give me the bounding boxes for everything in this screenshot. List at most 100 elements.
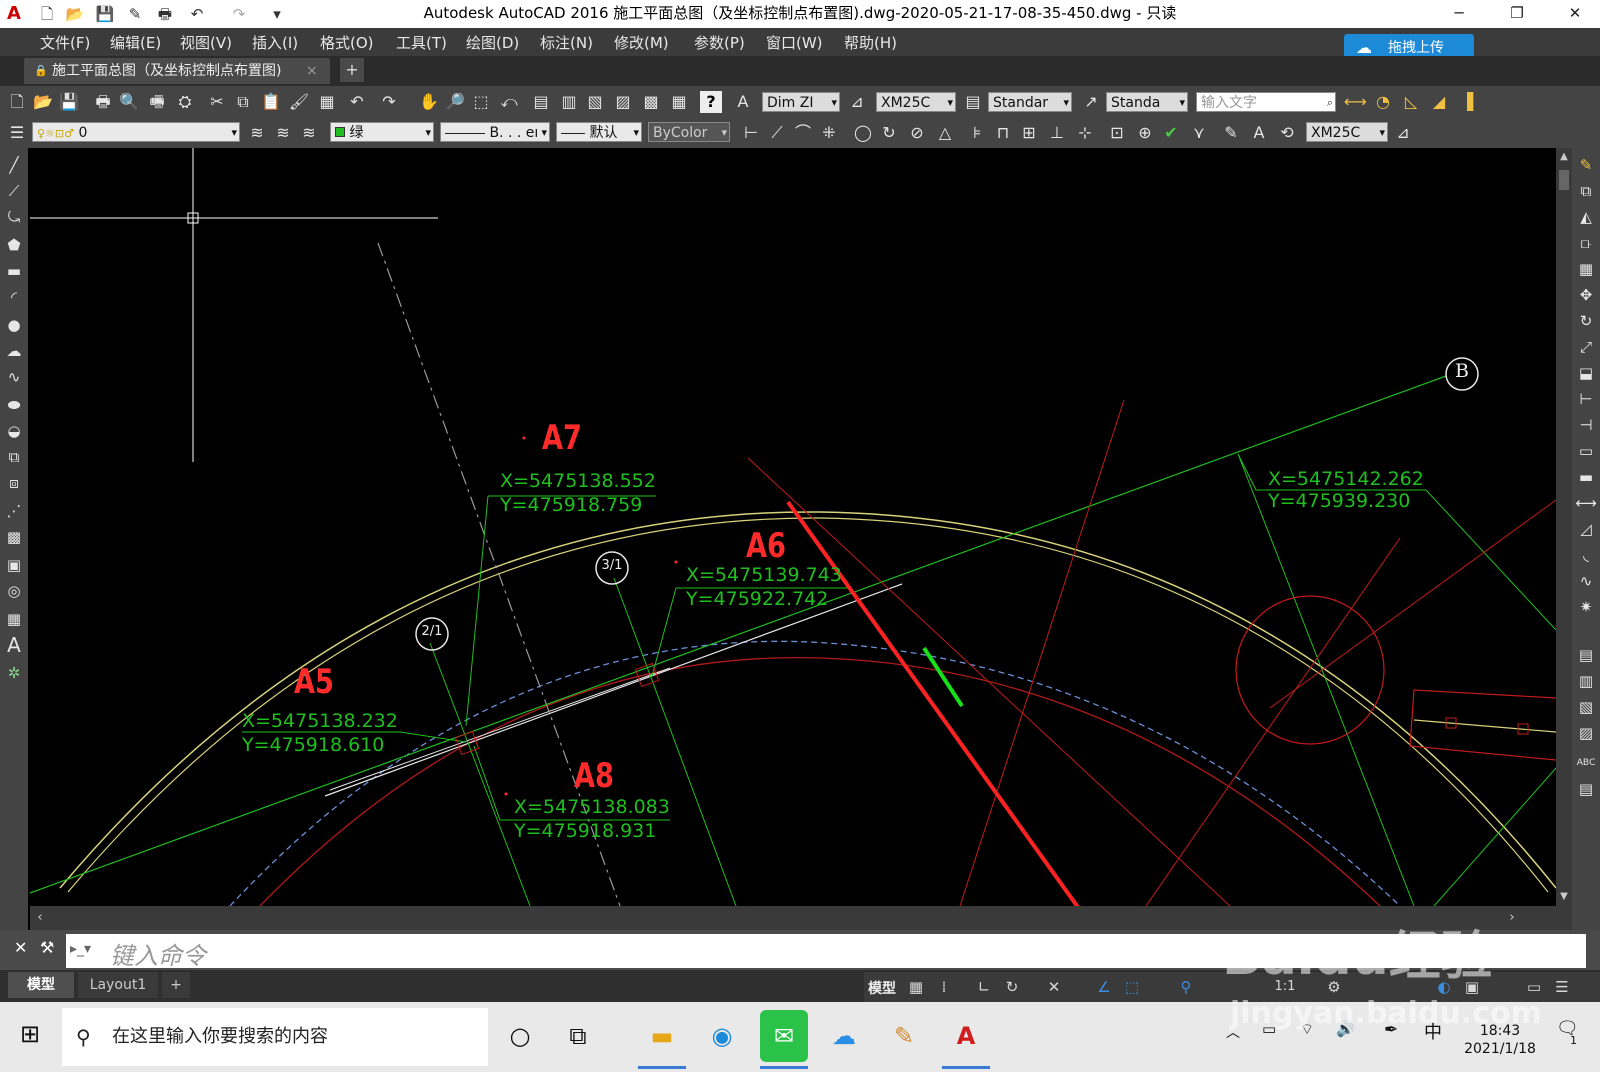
add-selected-icon[interactable]: ✲ [3,662,25,684]
dim-text-edit-icon[interactable]: A [1248,122,1270,144]
hatch-back-icon[interactable]: ABC [1575,752,1597,774]
make-current-icon[interactable]: ≋ [246,122,268,144]
minimize-button[interactable]: ─ [1436,0,1482,28]
taskbar-search[interactable]: ⚲ 在这里输入你要搜索的内容 [62,1008,488,1066]
dim-continue2-icon[interactable]: ⊞ [1018,122,1040,144]
hatch-icon[interactable]: ▩ [3,526,25,548]
dim-aligned-icon[interactable]: ⟋ [766,122,788,144]
center-mark-icon[interactable]: ⊕ [1134,122,1156,144]
dim-style-select[interactable]: Dim ZI ▾ [762,92,840,112]
help-icon[interactable]: ? [700,91,722,113]
dim-space-icon[interactable]: ⊥ [1046,122,1068,144]
dim-scale-select[interactable]: XM25C ▾ [876,92,956,112]
menu-modify[interactable]: 修改(M) [614,32,669,53]
markup-icon[interactable]: ▩ [640,91,662,113]
annot-front-icon[interactable]: ▤ [1575,778,1597,800]
zoom-window-icon[interactable]: ⬚ [470,91,492,113]
construction-line-icon[interactable]: ⟋ [3,180,25,202]
ortho-icon[interactable]: ∟ [974,975,994,999]
new-icon[interactable]: 🗋 [6,91,28,113]
save-icon[interactable]: 💾 [58,91,80,113]
dim-angular2-icon[interactable]: △ [934,122,956,144]
blend-icon[interactable]: ∿ [1575,570,1597,592]
polygon-icon[interactable]: ⬟ [3,234,25,256]
layer-properties-icon[interactable]: ☰ [6,122,28,144]
command-close-icon[interactable]: ✕ [14,938,27,957]
inspect-icon[interactable]: ✔ [1160,122,1182,144]
menu-dimension[interactable]: 标注(N) [540,32,593,53]
sheet-set-icon[interactable]: ▨ [612,91,634,113]
redo-icon[interactable]: ↷ [378,91,400,113]
dim-scale2-select[interactable]: XM25C ▾ [1306,122,1388,142]
dim-linear2-icon[interactable]: ⊢ [740,122,762,144]
lineweight-select[interactable]: 默认 ▾ [556,122,642,142]
add-layout-button[interactable]: + [162,972,190,998]
scroll-right-icon[interactable]: › [1504,908,1520,928]
region-icon[interactable]: ◎ [3,580,25,602]
tolerance-icon[interactable]: ⊡ [1106,122,1128,144]
publish-icon[interactable]: 🖷 [146,91,168,113]
text-input-field[interactable]: 输入文字 ⌕ [1196,92,1336,112]
erase-icon[interactable]: ✎ [1575,154,1597,176]
arc-icon[interactable]: ◜ [3,286,25,308]
table-style-icon[interactable]: ▤ [962,91,984,113]
send-back-icon[interactable]: ▧ [1575,696,1597,718]
ellipse-arc-icon[interactable]: ◒ [3,420,25,442]
trim-icon[interactable]: ⊢ [1575,388,1597,410]
layer-select[interactable]: ♀☼⊡♂ 0 ▾ [32,122,240,142]
zoom-previous-icon[interactable]: ⤺ [498,91,520,113]
properties-icon[interactable]: ▤ [530,91,552,113]
copy-object-icon[interactable]: ⧉ [1575,180,1597,202]
close-button[interactable]: ✕ [1552,0,1598,28]
menu-file[interactable]: 文件(F) [40,32,90,53]
dim-style2-icon[interactable]: ⊿ [1392,122,1414,144]
customize-wrench-icon[interactable]: ⚒ [40,938,54,957]
mirror-icon[interactable]: ◭ [1575,206,1597,228]
mleader-style-icon[interactable]: ↗ [1080,91,1102,113]
dim-update-icon[interactable]: ⟲ [1276,122,1298,144]
join-icon[interactable]: ⟷ [1575,492,1597,514]
status-model[interactable]: 模型 [868,978,896,998]
customization-icon[interactable]: ☰ [1552,975,1572,999]
calculator-icon[interactable]: ▦ [668,91,690,113]
dim-continue-icon[interactable]: ▐ [1456,91,1478,113]
explode-icon[interactable]: ✷ [1575,596,1597,618]
revision-cloud-icon[interactable]: ☁ [3,340,25,362]
point-icon[interactable]: ⋰ [3,500,25,522]
block-editor-icon[interactable]: ▦ [316,91,338,113]
isodraft-icon[interactable]: ✕ [1044,975,1064,999]
dim-arc-icon[interactable]: ⌒ [792,122,814,144]
dim-baseline2-icon[interactable]: ⊓ [992,122,1014,144]
table-style-select[interactable]: Standa ▾ [1106,92,1188,112]
copy-icon[interactable]: ⧉ [232,91,254,113]
annotation-visibility-icon[interactable]: ⚲ [1176,975,1196,999]
table-icon[interactable]: ▦ [3,608,25,630]
qa-undo-icon[interactable]: ↶ [186,3,208,25]
autocad-task-icon[interactable]: A [942,1010,990,1062]
drawing-canvas[interactable]: B 3/1 2/1 A7 X=5475138.552 Y=475918.759 … [30,148,1556,906]
paint-icon[interactable]: ✎ [880,1010,928,1062]
dim-edit-icon[interactable]: ✎ [1220,122,1242,144]
plot-preview-icon[interactable]: 🔍 [118,91,140,113]
grid-icon[interactable]: ▦ [906,975,926,999]
chamfer-icon[interactable]: ◿ [1575,518,1597,540]
layer-previous-icon[interactable]: ≋ [272,122,294,144]
file-explorer-icon[interactable]: ▬ [638,1010,686,1062]
quick-dim-icon[interactable]: ⊧ [966,122,988,144]
ellipse-icon[interactable]: ⬬ [3,394,25,416]
menu-view[interactable]: 视图(V) [180,32,232,53]
qa-redo-icon[interactable]: ↷ [228,3,250,25]
match-properties-icon[interactable]: 🖌 [288,91,310,113]
menu-draw[interactable]: 绘图(D) [466,32,519,53]
rotate-icon[interactable]: ↻ [1575,310,1597,332]
move-icon[interactable]: ✥ [1575,284,1597,306]
tool-palettes-icon[interactable]: ▧ [584,91,606,113]
design-center-icon[interactable]: ▥ [558,91,580,113]
dim-ordinate-icon[interactable]: ⁜ [818,122,840,144]
make-block-icon[interactable]: ⧈ [3,472,25,494]
3d-print-icon[interactable]: ⛭ [174,91,196,113]
array-icon[interactable]: ▦ [1575,258,1597,280]
offset-icon[interactable]: ⟥ [1575,232,1597,254]
polyline-icon[interactable]: ⤿ [3,206,25,228]
open-icon[interactable]: 📂 [32,91,54,113]
